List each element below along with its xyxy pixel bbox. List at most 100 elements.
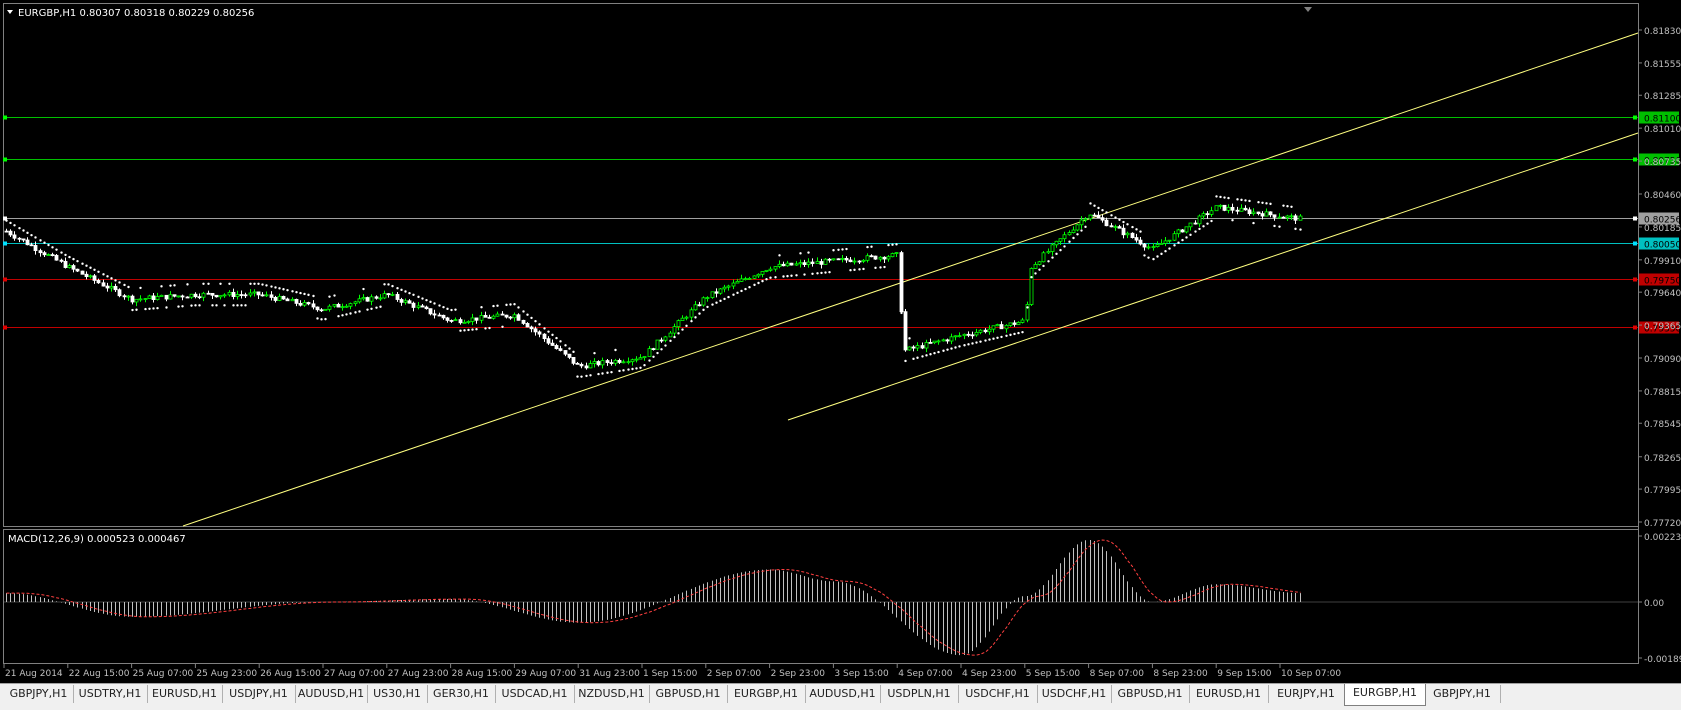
sar-dot	[862, 267, 865, 271]
candle-body	[1260, 213, 1265, 217]
sar-dot	[1206, 222, 1209, 225]
candle-body	[899, 252, 904, 313]
level-anchor-handle[interactable]	[3, 157, 7, 162]
sar-dot	[795, 274, 798, 277]
candle-body	[390, 293, 395, 296]
level-anchor-handle[interactable]	[3, 115, 7, 120]
sar-dot	[874, 266, 877, 270]
sar-dot	[1286, 205, 1289, 208]
symbol-tab[interactable]: NZDUSD,H1	[574, 685, 650, 703]
candle-body	[920, 345, 925, 349]
candle-body	[122, 295, 127, 298]
sar-dot	[828, 270, 831, 274]
candle-body	[432, 313, 437, 316]
sar-dot	[114, 279, 117, 282]
candle-body	[416, 305, 421, 308]
price-axis-label: 0.81555	[1644, 60, 1681, 70]
candle-body	[38, 250, 43, 254]
symbol-tab[interactable]: EURJPY,H1	[1268, 685, 1345, 703]
sar-dot	[39, 239, 42, 242]
candle-body	[894, 252, 899, 254]
candle-body	[1268, 211, 1273, 216]
candle-body	[483, 315, 488, 318]
sar-dot	[841, 248, 844, 251]
level-anchor-handle[interactable]	[1633, 325, 1637, 330]
candle-body	[25, 239, 30, 246]
sar-dot	[984, 339, 987, 342]
level-anchor-handle[interactable]	[3, 277, 7, 282]
candle-body	[1121, 227, 1126, 236]
sar-dot	[648, 359, 651, 362]
symbol-tab[interactable]: GER30,H1	[427, 685, 496, 703]
candle-body	[420, 305, 425, 308]
candle-body	[579, 363, 584, 367]
sar-dot	[1189, 233, 1192, 237]
sar-dot	[278, 287, 281, 290]
candle-body	[962, 333, 967, 337]
candle-body	[101, 282, 106, 287]
candle-body	[567, 353, 572, 358]
sar-dot	[316, 317, 319, 320]
level-anchor-handle[interactable]	[1633, 216, 1637, 221]
symbol-tab[interactable]: USDTRY,H1	[73, 685, 148, 703]
candle-body	[1235, 209, 1240, 212]
candle-body	[588, 363, 593, 369]
candle-body	[630, 359, 635, 363]
level-anchor-handle[interactable]	[1633, 241, 1637, 246]
sar-dot	[68, 255, 71, 259]
candle-body	[1151, 246, 1156, 248]
symbol-tab[interactable]: USDCHF,H1	[1037, 685, 1112, 703]
symbol-tab[interactable]: GBPUSD,H1	[649, 685, 728, 703]
candle-body	[642, 356, 647, 359]
sar-dot	[270, 285, 273, 288]
symbol-tab[interactable]: EURUSD,H1	[1189, 685, 1269, 703]
candle-body	[655, 339, 660, 350]
sar-dot	[748, 286, 751, 289]
sar-dot	[1072, 236, 1075, 240]
level-anchor-handle[interactable]	[3, 241, 7, 246]
candle-body	[353, 301, 358, 304]
sar-dot	[908, 337, 911, 340]
sar-dot	[1118, 218, 1121, 221]
symbol-tab[interactable]: EURGBP,H1	[1344, 684, 1426, 706]
symbol-tab[interactable]: GBPUSD,H1	[1111, 685, 1190, 703]
sar-dot	[148, 307, 151, 310]
symbol-tab[interactable]: EURUSD,H1	[147, 685, 223, 703]
symbol-tab[interactable]: EURGBP,H1	[727, 685, 806, 703]
candle-body	[697, 304, 702, 307]
symbol-tab[interactable]: GBPJPY,H1	[4, 685, 74, 703]
symbol-tab[interactable]: AUDUSD,H1	[295, 685, 368, 703]
candle-body	[42, 252, 47, 256]
sar-dot	[123, 283, 126, 287]
level-anchor-handle[interactable]	[3, 325, 7, 330]
candle-body	[1159, 242, 1164, 245]
candle-body	[999, 324, 1004, 330]
candle-body	[277, 295, 282, 301]
symbol-tab[interactable]: GBPJPY,H1	[1424, 685, 1501, 703]
symbol-tab[interactable]: USDJPY,H1	[222, 685, 296, 703]
trading-chart-window[interactable]: 0.81100 0.80750 0.80256 0.80050 0.79750 0.793…	[0, 0, 1681, 710]
candle-body	[672, 326, 677, 334]
symbol-tab[interactable]: USDPLN,H1	[880, 685, 959, 703]
sar-dot	[593, 351, 596, 355]
symbol-tab[interactable]: USDCHF,H1	[958, 685, 1038, 703]
chart-canvas[interactable]: 0.811000.807500.802560.800500.797500.793…	[0, 0, 1681, 683]
sar-dot	[60, 251, 63, 254]
sar-dot	[219, 282, 222, 285]
candle-body	[878, 256, 883, 260]
sar-dot	[538, 323, 541, 326]
level-anchor-handle[interactable]	[1633, 277, 1637, 282]
candle-body	[1109, 225, 1114, 228]
symbol-tab[interactable]: AUDUSD,H1	[805, 685, 881, 703]
level-anchor-handle[interactable]	[1633, 115, 1637, 120]
symbol-tab[interactable]: US30,H1	[367, 685, 428, 703]
time-axis-label: 1 Sep 15:00	[643, 669, 698, 679]
level-anchor-handle[interactable]	[1633, 157, 1637, 162]
sar-dot	[639, 366, 642, 370]
symbol-tab[interactable]: USDCAD,H1	[495, 685, 575, 703]
candle-body	[1264, 211, 1269, 217]
candle-body	[1138, 239, 1143, 245]
candle-body	[915, 345, 920, 349]
candle-body	[966, 333, 971, 336]
sar-dot	[127, 285, 130, 289]
